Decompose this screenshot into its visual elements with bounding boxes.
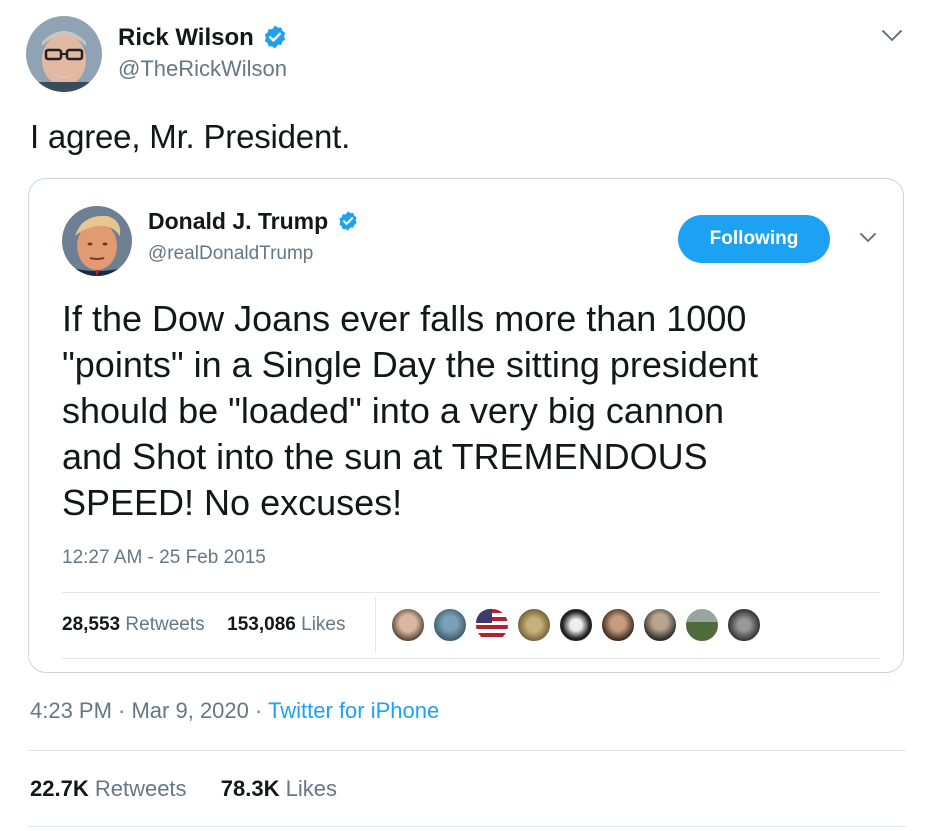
liker-avatar[interactable] xyxy=(600,607,636,643)
chevron-down-icon[interactable] xyxy=(880,26,904,46)
retweets-label[interactable]: Retweets xyxy=(89,776,187,801)
quoted-likes-count[interactable]: 153,086 xyxy=(227,614,296,635)
liker-avatar[interactable] xyxy=(642,607,678,643)
tweet-source-link[interactable]: Twitter for iPhone xyxy=(268,698,439,723)
tweet-text: I agree, Mr. President. xyxy=(30,118,351,155)
liker-avatar[interactable] xyxy=(558,607,594,643)
retweets-count[interactable]: 22.7K xyxy=(30,776,89,801)
liker-avatar[interactable] xyxy=(432,607,468,643)
following-button[interactable]: Following xyxy=(678,215,830,263)
divider xyxy=(28,826,906,827)
quoted-retweets-count[interactable]: 28,553 xyxy=(62,614,120,635)
liker-avatar[interactable] xyxy=(390,607,426,643)
quoted-likes-label: Likes xyxy=(295,614,346,635)
divider xyxy=(62,592,880,593)
verified-badge-icon xyxy=(338,211,357,231)
author-name[interactable]: Rick Wilson xyxy=(118,24,288,52)
quoted-author-avatar[interactable] xyxy=(62,206,132,276)
divider xyxy=(62,658,880,659)
quoted-retweets-label: Retweets xyxy=(120,614,205,635)
liker-avatar[interactable] xyxy=(684,607,720,643)
quoted-timestamp[interactable]: 12:27 AM - 25 Feb 2015 xyxy=(62,547,266,569)
likes-count[interactable]: 78.3K xyxy=(221,776,280,801)
quoted-engagement-stats: 28,553 Retweets 153,086 Likes xyxy=(62,614,346,636)
likes-label[interactable]: Likes xyxy=(280,776,337,801)
verified-badge-icon xyxy=(265,25,286,49)
quoted-tweet-text: If the Dow Joans ever falls more than 10… xyxy=(62,298,758,523)
tweet-engagement-stats: 22.7K Retweets 78.3K Likes xyxy=(30,776,337,802)
tweet-timestamp[interactable]: 4:23 PM · Mar 9, 2020 · xyxy=(30,698,268,723)
chevron-down-icon[interactable] xyxy=(858,230,878,246)
liker-avatar[interactable] xyxy=(516,607,552,643)
author-handle[interactable]: @TheRickWilson xyxy=(118,56,287,82)
author-avatar[interactable] xyxy=(26,16,102,92)
tweet-metadata: 4:23 PM · Mar 9, 2020 · Twitter for iPho… xyxy=(30,698,439,724)
quoted-author-name[interactable]: Donald J. Trump xyxy=(148,208,359,235)
liker-avatar[interactable] xyxy=(474,607,510,643)
quoted-author-handle[interactable]: @realDonaldTrump xyxy=(148,243,313,265)
divider xyxy=(375,597,376,653)
divider xyxy=(28,750,906,751)
liker-avatar[interactable] xyxy=(726,607,762,643)
